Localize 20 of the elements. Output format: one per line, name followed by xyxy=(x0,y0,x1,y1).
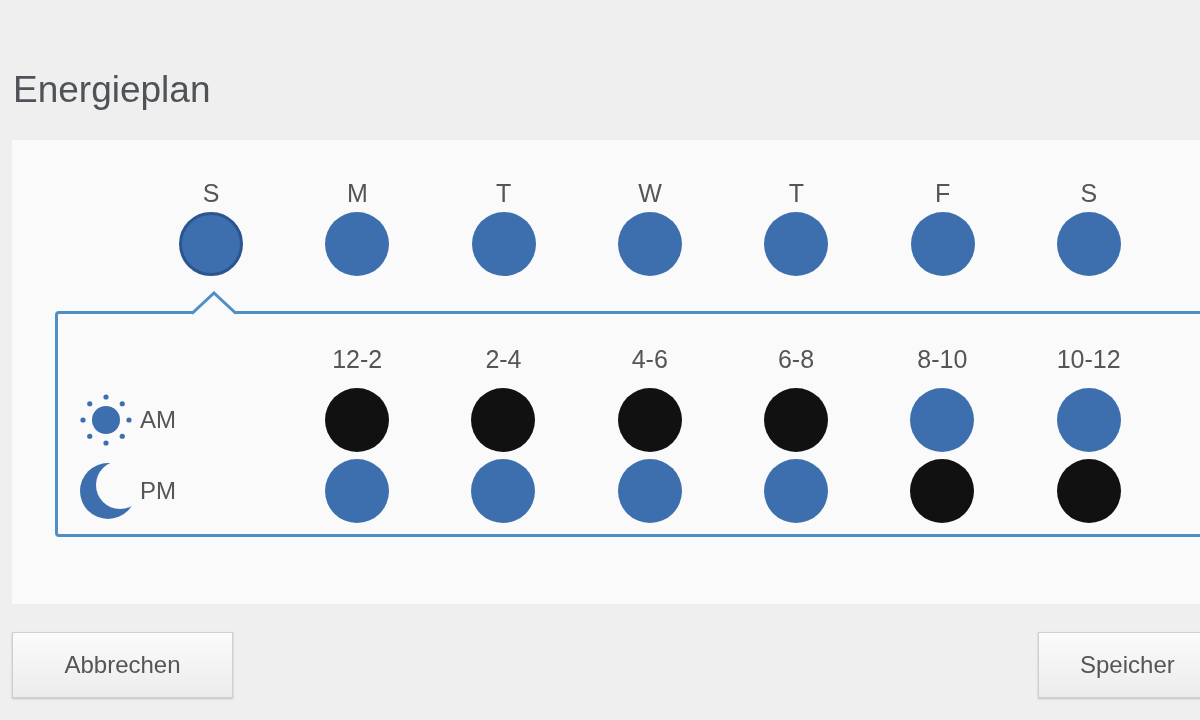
day-label: T xyxy=(496,178,512,208)
day-label: S xyxy=(1080,178,1098,208)
time-slot-label: 8-10 xyxy=(917,344,968,374)
day-label: T xyxy=(788,178,804,208)
time-slot-label: 6-8 xyxy=(777,344,815,374)
day-label: M xyxy=(347,178,368,208)
time-slot-label: 2-4 xyxy=(485,344,522,374)
save-button[interactable]: Speicher xyxy=(1038,632,1200,698)
day-label: S xyxy=(202,178,220,208)
period-label: PM xyxy=(140,476,176,505)
cancel-button[interactable]: Abbrechen xyxy=(12,632,233,698)
time-slot-label: 4-6 xyxy=(631,344,668,374)
day-label: W xyxy=(638,178,662,208)
time-slot-label: 10-12 xyxy=(1056,344,1121,374)
sun-icon xyxy=(78,391,134,448)
time-slot-label: 12-2 xyxy=(332,344,383,374)
period-label: AM xyxy=(140,405,176,434)
day-label: F xyxy=(935,178,951,208)
moon-icon xyxy=(78,460,134,521)
page-title: Energieplan xyxy=(12,68,212,112)
